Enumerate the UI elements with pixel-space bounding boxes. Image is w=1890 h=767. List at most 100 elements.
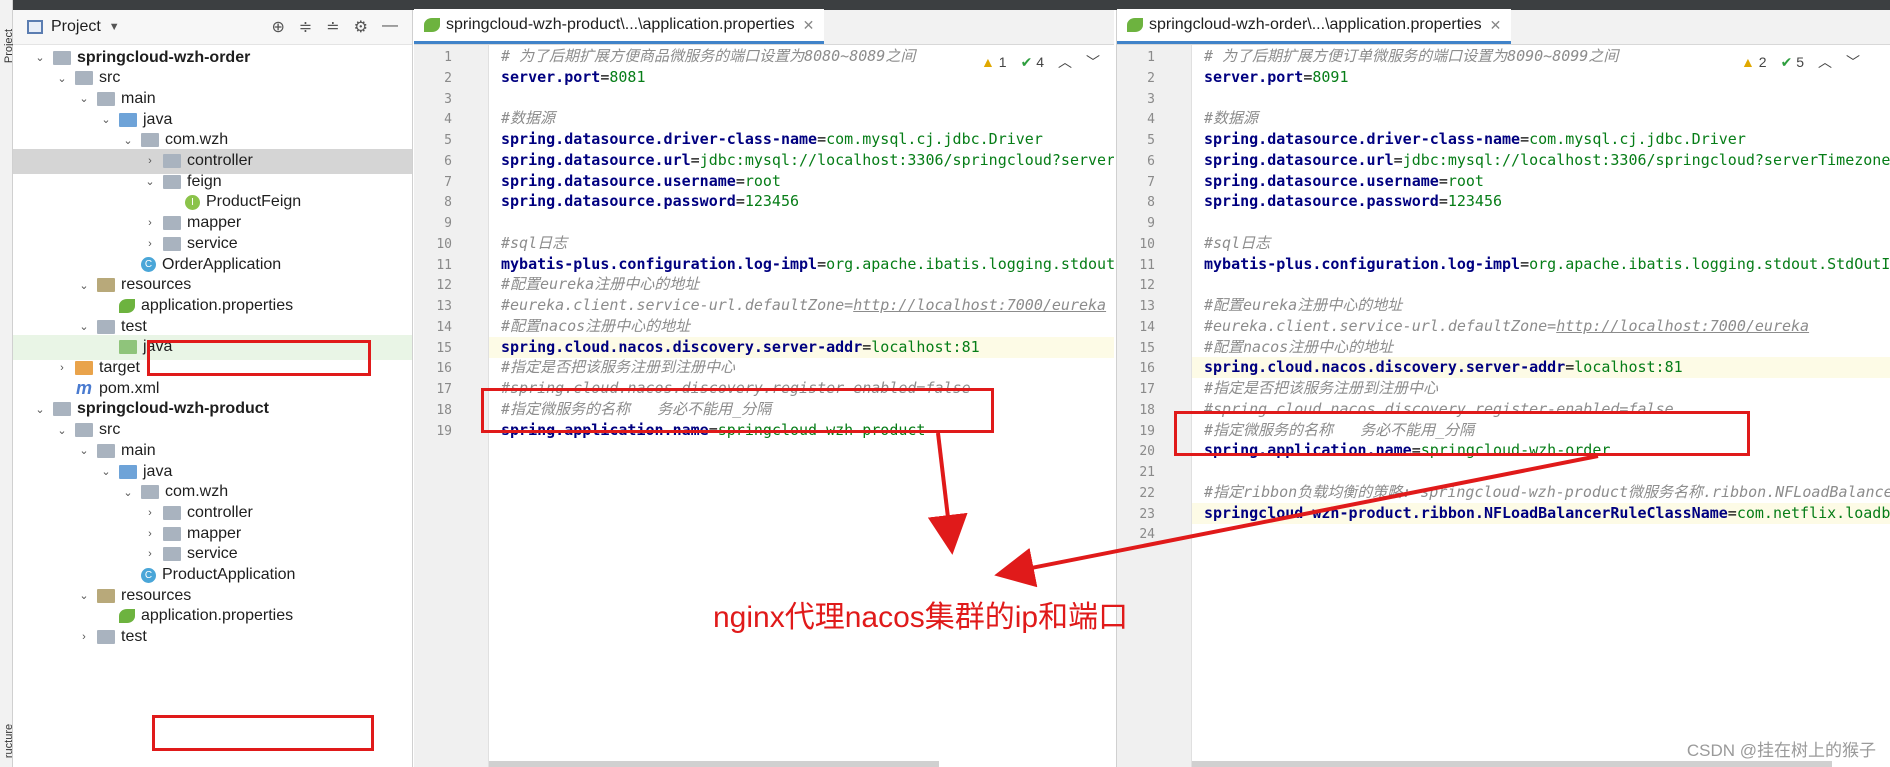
chevron-down-icon[interactable]: ⌄ [143,175,157,188]
editor-left-tab[interactable]: springcloud-wzh-product\...\application.… [414,9,825,44]
chevron-down-icon[interactable]: ﹀ [1086,52,1100,72]
code-line[interactable]: mybatis-plus.configuration.log-impl=org.… [489,254,1114,275]
chevron-right-icon[interactable]: › [77,631,91,643]
chevron-right-icon[interactable]: › [143,217,157,229]
collapse-all-icon[interactable]: ≐ [326,17,339,37]
chevron-up-icon[interactable]: ︿ [1058,52,1072,72]
tree-item-label: service [187,545,238,563]
chevron-down-icon[interactable]: ⌄ [33,403,47,416]
line-number: 6 [1147,153,1155,169]
code-line[interactable]: #配置nacos注册中心的地址 [489,316,1114,337]
code-comment: #指定ribbon负载均衡的策略: springcloud-wzh-produc… [1204,482,1890,501]
code-line[interactable] [489,212,1114,233]
chevron-down-icon[interactable]: ⌄ [121,134,135,147]
property-value: root [744,171,781,190]
code-line[interactable]: spring.datasource.username=root [489,171,1114,192]
chevron-down-icon[interactable]: ▼ [109,21,120,33]
code-line[interactable]: #数据源 [1192,108,1890,129]
horizontal-scrollbar[interactable] [489,761,939,767]
chevron-down-icon[interactable]: ﹀ [1846,52,1860,72]
code-line[interactable]: spring.datasource.driver-class-name=com.… [1192,129,1890,150]
chevron-down-icon[interactable]: ⌄ [77,444,91,457]
hide-icon[interactable]: — [382,17,398,37]
chevron-right-icon[interactable]: › [143,528,157,540]
horizontal-scrollbar[interactable] [1192,761,1832,767]
folder-icon [97,630,115,645]
locate-icon[interactable]: ⊕ [271,17,284,37]
close-icon[interactable]: ✕ [1490,17,1502,34]
code-line[interactable]: #sql日志 [489,233,1114,254]
chevron-down-icon[interactable]: ⌄ [55,424,69,437]
code-line[interactable]: spring.datasource.url=jdbc:mysql://local… [489,150,1114,171]
close-icon[interactable]: ✕ [803,17,815,34]
chevron-up-icon[interactable]: ︿ [1818,52,1832,72]
code-line[interactable]: spring.datasource.password=123456 [489,191,1114,212]
code-url[interactable]: http://localhost:7000/eureka [853,296,1106,314]
chevron-down-icon[interactable]: ⌄ [33,51,47,64]
code-url[interactable]: http://localhost:7000/eureka [1556,317,1809,335]
chevron-down-icon[interactable]: ⌄ [99,465,113,478]
chevron-down-icon[interactable]: ⌄ [77,589,91,602]
code-line[interactable]: spring.cloud.nacos.discovery.server-addr… [1192,357,1890,379]
code-area[interactable]: # 为了后期扩展方便订单微服务的端口设置为8090~8099之间 server.p… [1192,45,1890,767]
code-line[interactable]: spring.datasource.password=123456 [1192,191,1890,212]
line-number: 13 [436,299,452,314]
code-line[interactable] [1192,88,1890,109]
code-line[interactable]: #eureka.client.service-url.defaultZone=h… [489,295,1114,316]
code-line[interactable]: #配置eureka注册中心的地址 [489,274,1114,295]
chevron-right-icon[interactable]: › [143,548,157,560]
code-line[interactable]: #sql日志 [1192,233,1890,254]
code-line[interactable]: spring.datasource.driver-class-name=com.… [489,129,1114,150]
code-line[interactable]: #指定是否把该服务注册到注册中心 [1192,378,1890,399]
code-line[interactable] [489,88,1114,109]
code-line[interactable]: mybatis-plus.configuration.log-impl=org.… [1192,254,1890,275]
code-line[interactable]: #配置nacos注册中心的地址 [1192,337,1890,358]
code-line[interactable]: #数据源 [489,108,1114,129]
chevron-right-icon[interactable]: › [143,238,157,250]
chevron-down-icon[interactable]: ⌄ [55,72,69,85]
editor-right-tab[interactable]: springcloud-wzh-order\...\application.pr… [1117,9,1512,44]
line-number: 16 [1139,361,1155,377]
code-line[interactable]: #指定是否把该服务注册到注册中心 [489,357,1114,378]
code-line[interactable]: #eureka.client.service-url.defaultZone=h… [1192,316,1890,337]
line-number: 19 [436,423,452,439]
code-line[interactable] [1192,461,1890,482]
project-panel: Project ▼ ⊕ ≑ ≐ ⚙ — ⌄ springcloud-wzh-ord… [13,10,413,767]
chevron-right-icon[interactable]: › [55,362,69,374]
project-panel-title[interactable]: Project [51,18,101,36]
line-number: 3 [1147,91,1155,107]
excluded-folder-icon [75,361,93,375]
code-line[interactable]: spring.datasource.url=jdbc:mysql://local… [1192,150,1890,171]
chevron-down-icon[interactable]: ⌄ [99,113,113,126]
code-line[interactable]: #配置eureka注册中心的地址 [1192,295,1890,316]
tree-item[interactable]: › test [13,625,412,650]
inspection-widget[interactable]: ▲ 1 ✔ 4 ︿ ﹀ [981,52,1100,72]
line-number: 22 [1139,485,1155,501]
property-value: root [1447,171,1484,190]
code-line[interactable] [1192,212,1890,233]
code-line[interactable]: spring.cloud.nacos.discovery.server-addr… [489,336,1114,358]
chevron-down-icon[interactable]: ⌄ [77,320,91,333]
code-comment: # 为了后期扩展方便订单微服务的端口设置为8090~8099之间 [1204,47,1619,65]
code-line[interactable] [1192,274,1890,295]
chevron-down-icon[interactable]: ⌄ [121,486,135,499]
code-comment: #配置nacos注册中心的地址 [1204,337,1394,356]
code-comment: #数据源 [1204,109,1259,128]
line-number: 2 [1147,70,1155,86]
code-line[interactable]: #指定ribbon负载均衡的策略: springcloud-wzh-produc… [1192,482,1890,503]
gear-icon[interactable]: ⚙ [354,17,368,37]
check-count: 4 [1036,53,1044,70]
expand-all-icon[interactable]: ≑ [299,17,312,37]
code-line[interactable] [1192,523,1890,544]
code-line[interactable]: spring.datasource.username=root [1192,171,1890,192]
equals-sign: = [1520,254,1530,273]
chevron-right-icon[interactable]: › [143,507,157,519]
code-line[interactable]: springcloud-wzh-product.ribbon.NFLoadBal… [1192,502,1890,524]
folder-icon [75,423,93,438]
tree-item-label: springcloud-wzh-product [77,400,269,418]
chevron-down-icon[interactable]: ⌄ [77,92,91,105]
line-number: 12 [436,278,452,294]
inspection-widget[interactable]: ▲ 2 ✔ 5 ︿ ﹀ [1741,52,1860,72]
chevron-right-icon[interactable]: › [143,155,157,167]
chevron-down-icon[interactable]: ⌄ [77,279,91,292]
